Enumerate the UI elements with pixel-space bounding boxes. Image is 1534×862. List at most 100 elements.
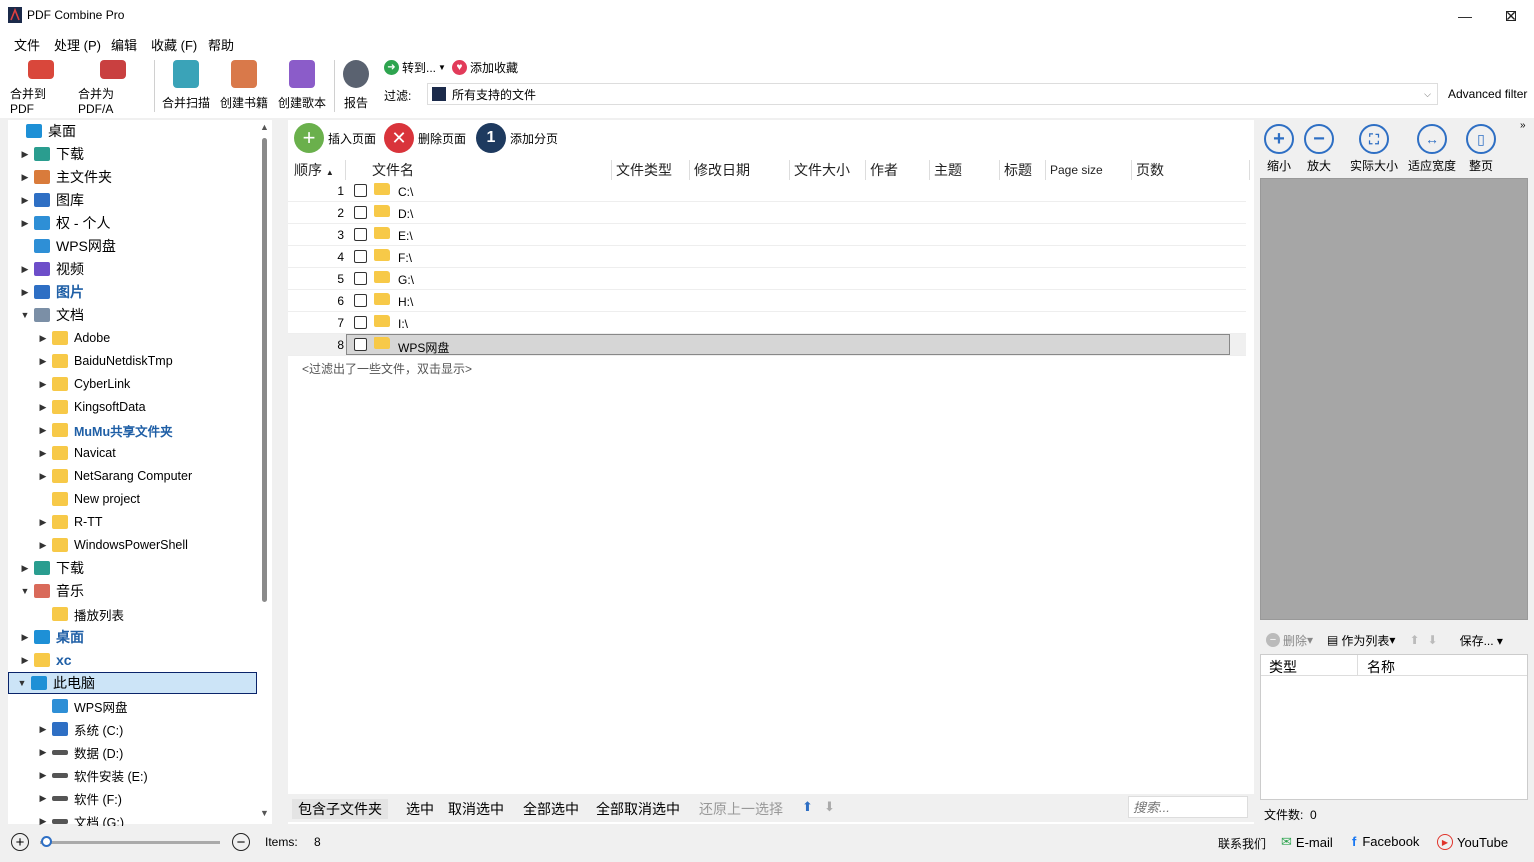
- col-filetype[interactable]: 文件类型: [612, 160, 690, 180]
- col-author[interactable]: 作者: [866, 160, 930, 180]
- add-favorite-button[interactable]: ♥ 添加收藏: [452, 59, 518, 76]
- tree-item[interactable]: ▶ 下载: [20, 557, 84, 579]
- tree-item[interactable]: ▶ 视频: [20, 258, 84, 280]
- collapsed-arrow-icon[interactable]: ▶: [38, 333, 48, 344]
- facebook-link[interactable]: f Facebook: [1352, 834, 1419, 849]
- actual-size-button[interactable]: ⛶ 实际大小: [1350, 124, 1398, 174]
- menu-favorites[interactable]: 收藏 (F): [151, 35, 197, 54]
- filtered-note[interactable]: <过滤出了一些文件，双击显示>: [302, 360, 472, 377]
- menu-help[interactable]: 帮助: [208, 35, 234, 54]
- collapsed-arrow-icon[interactable]: ▶: [38, 471, 48, 482]
- collapsed-arrow-icon[interactable]: ▶: [38, 816, 48, 827]
- collapsed-arrow-icon[interactable]: ▶: [38, 356, 48, 367]
- collapsed-arrow-icon[interactable]: ▶: [38, 747, 48, 758]
- create-songbook-button[interactable]: 创建歌本: [276, 60, 328, 116]
- tree-item[interactable]: ▶ 下载: [20, 143, 84, 165]
- tree-item[interactable]: ▼ 音乐: [20, 580, 84, 602]
- scroll-thumb[interactable]: [262, 138, 267, 602]
- insert-page-button[interactable]: + 插入页面: [294, 123, 376, 153]
- tree-item[interactable]: ▶ 系统 (C:): [38, 718, 123, 740]
- row-checkbox[interactable]: [354, 316, 367, 329]
- tree-item[interactable]: ▼ 文档: [20, 304, 84, 326]
- collapsed-arrow-icon[interactable]: ▶: [20, 563, 30, 574]
- tree-scrollbar[interactable]: ▲ ▼: [258, 120, 272, 824]
- collapsed-arrow-icon[interactable]: ▶: [20, 632, 30, 643]
- collapsed-arrow-icon[interactable]: ▶: [38, 724, 48, 735]
- tree-item[interactable]: ▶ KingsoftData: [38, 396, 146, 418]
- goto-button[interactable]: ➜ 转到... ▼: [384, 59, 446, 76]
- advanced-filter-link[interactable]: Advanced filter: [1448, 87, 1527, 101]
- row-checkbox[interactable]: [354, 338, 367, 351]
- zoom-plus-icon[interactable]: +: [11, 833, 29, 851]
- tree-item[interactable]: ▶ xc: [20, 649, 72, 671]
- as-list-button[interactable]: ▤ 作为列表 ▾: [1327, 632, 1395, 649]
- tree-item[interactable]: ▶ MuMu共享文件夹: [38, 419, 173, 441]
- row-checkbox[interactable]: [354, 206, 367, 219]
- col-type[interactable]: 类型: [1269, 657, 1297, 677]
- expanded-arrow-icon[interactable]: ▼: [17, 678, 27, 688]
- menu-edit[interactable]: 编辑: [111, 35, 137, 54]
- close-button[interactable]: ✕: [1488, 0, 1534, 32]
- save-button[interactable]: 保存... ▾: [1460, 632, 1503, 649]
- youtube-link[interactable]: ▶ YouTube: [1437, 834, 1508, 850]
- tree-item[interactable]: ▶ 主文件夹: [20, 166, 112, 188]
- collapsed-arrow-icon[interactable]: ▶: [20, 264, 30, 275]
- zoom-out-button[interactable]: + 缩小: [1264, 124, 1294, 174]
- collapsed-arrow-icon[interactable]: ▶: [20, 218, 30, 229]
- table-row[interactable]: 4 F:\: [288, 246, 1246, 268]
- expanded-arrow-icon[interactable]: ▼: [20, 586, 30, 596]
- table-row[interactable]: 8 WPS网盘: [288, 334, 1246, 356]
- tree-item[interactable]: ▶ 图库: [20, 189, 84, 211]
- col-order[interactable]: 顺序 ▲: [290, 160, 346, 180]
- menu-process[interactable]: 处理 (P): [54, 35, 101, 54]
- report-button[interactable]: 报告: [340, 60, 372, 116]
- add-split-button[interactable]: 1 添加分页: [476, 123, 558, 153]
- more-icon[interactable]: »: [1520, 120, 1526, 131]
- tree-item[interactable]: ▶ 软件安装 (E:): [38, 764, 148, 786]
- tree-item[interactable]: ▶ 软件 (F:): [38, 787, 122, 809]
- row-checkbox[interactable]: [354, 272, 367, 285]
- col-pagesize[interactable]: Page size: [1046, 160, 1132, 180]
- tree-item[interactable]: 桌面: [12, 120, 76, 142]
- zoom-minus-icon[interactable]: −: [232, 833, 250, 851]
- scroll-down-icon[interactable]: ▼: [260, 808, 269, 818]
- table-row[interactable]: 6 H:\: [288, 290, 1246, 312]
- table-row[interactable]: 7 I:\: [288, 312, 1246, 334]
- search-input[interactable]: [1128, 796, 1248, 818]
- full-page-button[interactable]: ▯ 整页: [1466, 124, 1496, 174]
- tree-item[interactable]: New project: [38, 488, 140, 510]
- scroll-up-icon[interactable]: ▲: [260, 122, 269, 132]
- tree-item[interactable]: ▶ WindowsPowerShell: [38, 534, 188, 556]
- bookmark-list[interactable]: 类型 名称: [1260, 654, 1528, 800]
- collapsed-arrow-icon[interactable]: ▶: [20, 172, 30, 183]
- combine-to-pdf-button[interactable]: 合并到 PDF: [10, 60, 72, 116]
- select-all-button[interactable]: 全部选中: [523, 799, 579, 819]
- move-down-icon[interactable]: ⬇: [824, 799, 835, 815]
- tree-item[interactable]: ▶ 图片: [20, 281, 84, 303]
- tree-item[interactable]: ▶ Navicat: [38, 442, 116, 464]
- tree-item[interactable]: WPS网盘: [38, 695, 127, 717]
- delete-page-button[interactable]: ✕ 删除页面: [384, 123, 466, 153]
- tree-item[interactable]: ▶ 数据 (D:): [38, 741, 124, 763]
- tree-item[interactable]: WPS网盘: [20, 235, 116, 257]
- table-row[interactable]: 2 D:\: [288, 202, 1246, 224]
- col-pages[interactable]: 页数: [1132, 160, 1250, 180]
- tree-item[interactable]: ▶ CyberLink: [38, 373, 130, 395]
- expanded-arrow-icon[interactable]: ▼: [20, 310, 30, 320]
- row-checkbox[interactable]: [354, 250, 367, 263]
- tree-item[interactable]: 播放列表: [38, 603, 124, 625]
- table-row[interactable]: 5 G:\: [288, 268, 1246, 290]
- deselect-all-button[interactable]: 全部取消选中: [596, 799, 680, 819]
- tree-item[interactable]: ▶ 桌面: [20, 626, 84, 648]
- include-subfolders-toggle[interactable]: 包含子文件夹: [292, 799, 388, 819]
- collapsed-arrow-icon[interactable]: ▶: [38, 770, 48, 781]
- deselect-button[interactable]: 取消选中: [448, 799, 504, 819]
- move-up-icon[interactable]: ⬆: [1409, 633, 1419, 647]
- zoom-slider[interactable]: [40, 836, 220, 847]
- minimize-button[interactable]: —: [1442, 0, 1488, 32]
- collapsed-arrow-icon[interactable]: ▶: [38, 517, 48, 528]
- select-button[interactable]: 选中: [406, 799, 434, 819]
- collapsed-arrow-icon[interactable]: ▶: [20, 655, 30, 666]
- zoom-in-button[interactable]: − 放大: [1304, 124, 1334, 174]
- combine-scan-button[interactable]: 合并扫描: [160, 60, 212, 116]
